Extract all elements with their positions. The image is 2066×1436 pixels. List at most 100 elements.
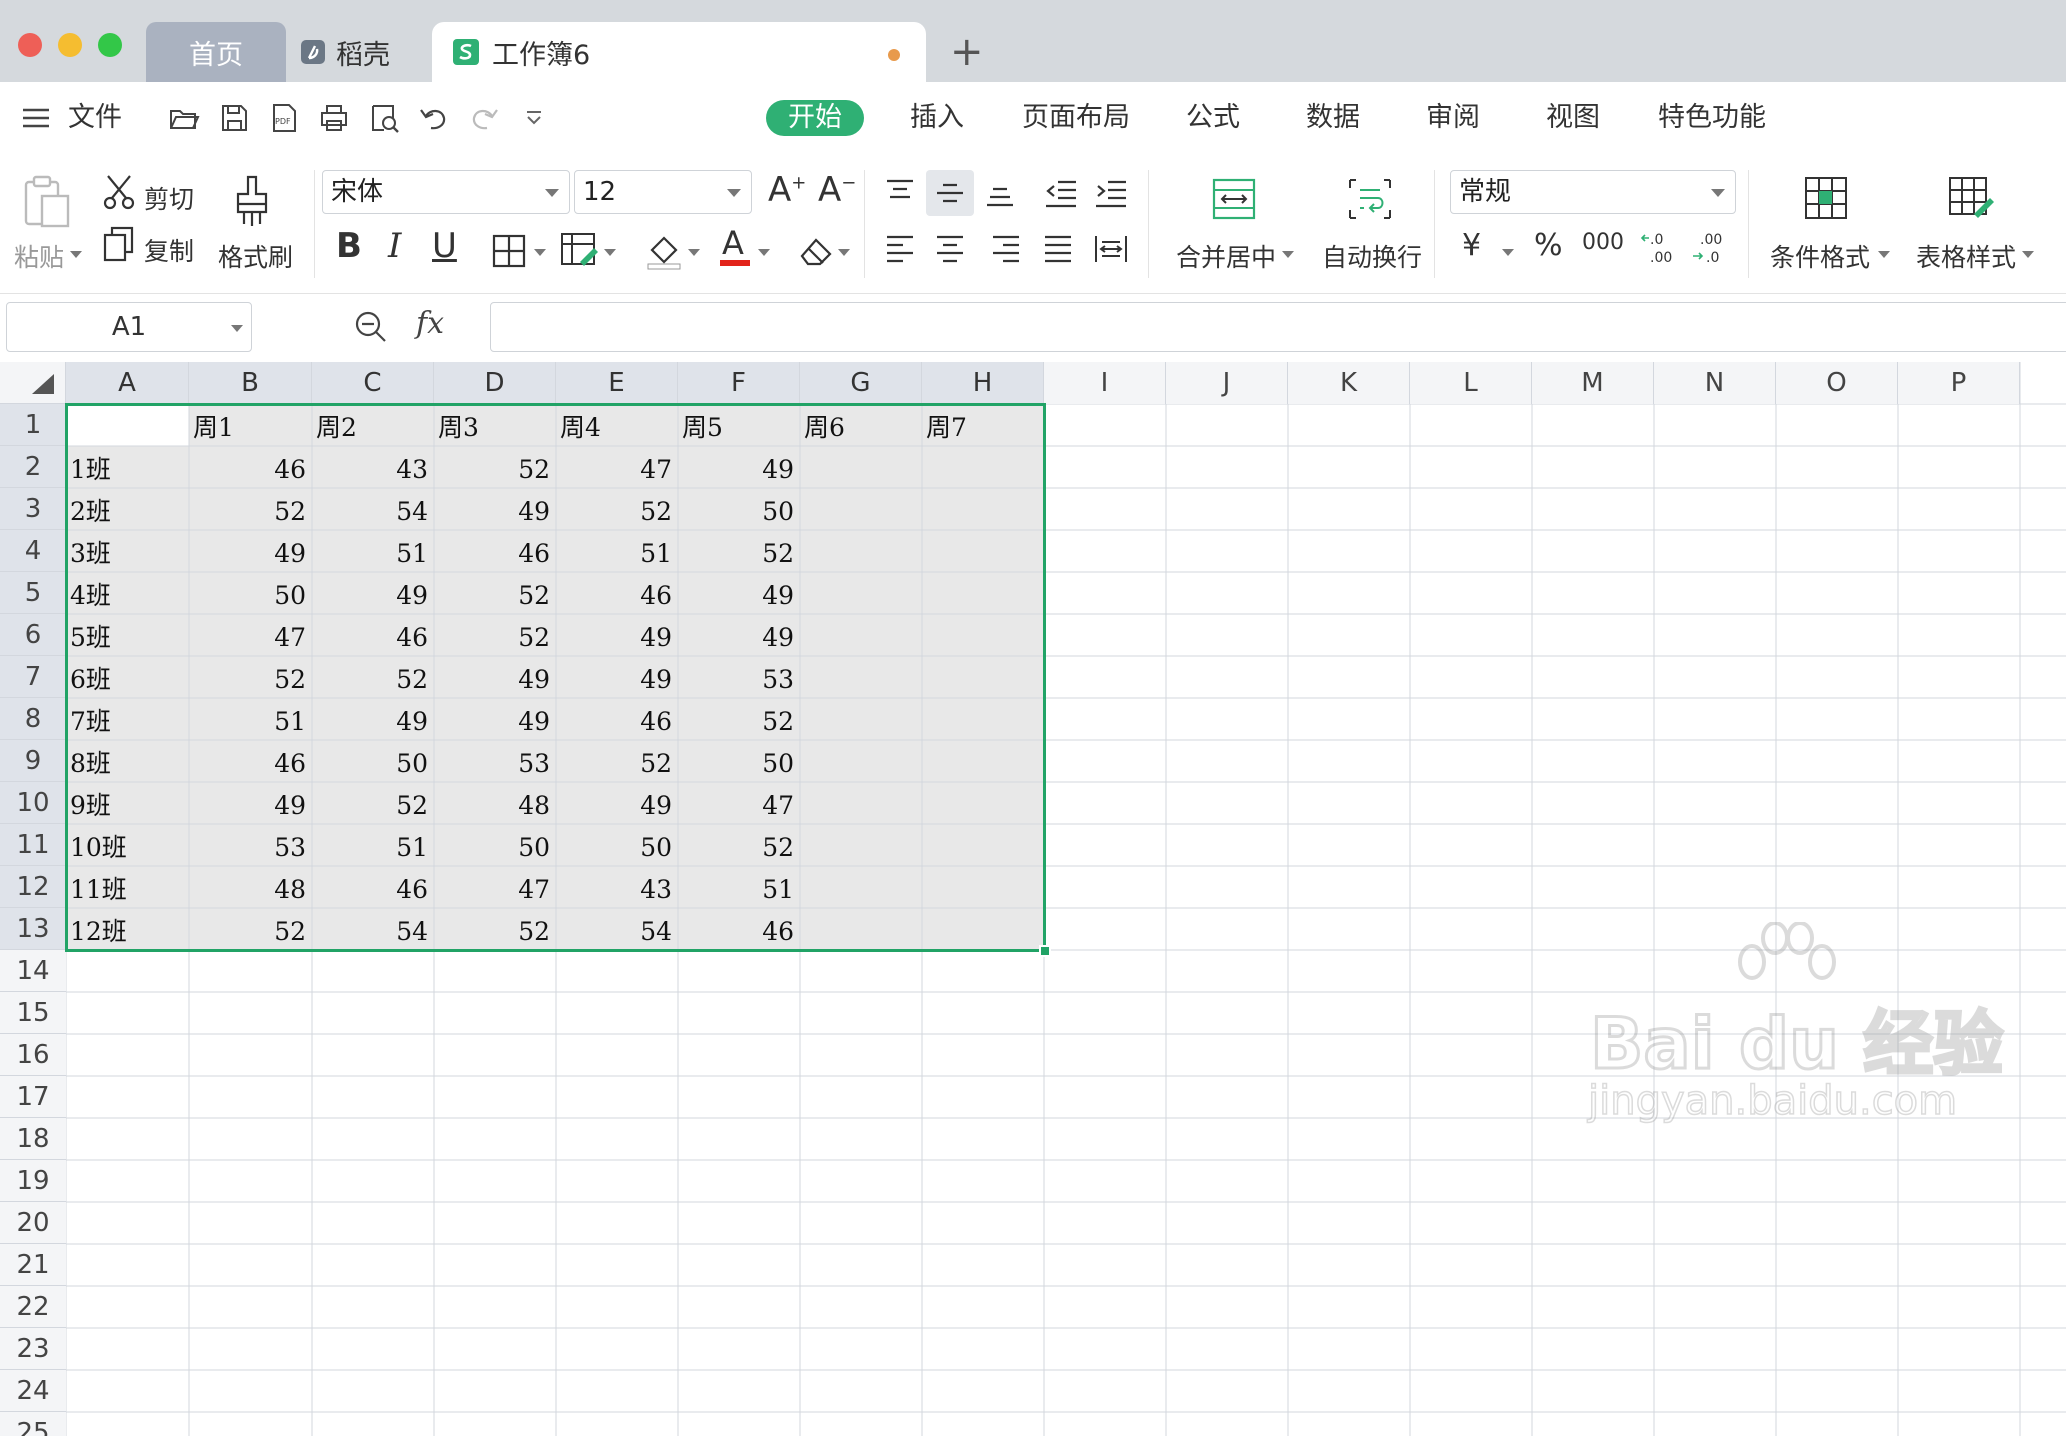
cell-style-icon[interactable] (560, 232, 600, 270)
font-color-dropdown-icon[interactable] (758, 249, 770, 256)
font-name-select[interactable]: 宋体 (322, 170, 570, 214)
tab-workbook[interactable]: 工作簿6 (432, 22, 926, 82)
row-header[interactable]: 23 (0, 1328, 66, 1370)
save-icon[interactable] (218, 102, 250, 134)
borders-dropdown-icon[interactable] (534, 249, 546, 256)
borders-icon[interactable] (492, 234, 526, 268)
clear-format-dropdown-icon[interactable] (838, 249, 850, 256)
align-bottom-icon[interactable] (984, 178, 1016, 208)
align-middle-button[interactable] (926, 170, 974, 216)
column-header-b[interactable]: B (189, 362, 312, 404)
font-color-icon[interactable]: A (722, 224, 744, 262)
align-top-icon[interactable] (884, 178, 916, 208)
column-header-a[interactable]: A (66, 362, 189, 404)
fill-color-dropdown-icon[interactable] (688, 249, 700, 256)
conditional-format-dropdown-icon[interactable] (1878, 251, 1890, 258)
menu-home[interactable]: 开始 (766, 100, 864, 136)
row-header[interactable]: 4 (0, 530, 66, 572)
increase-decimal-icon[interactable]: .0 .00 (1640, 230, 1680, 266)
column-header-h[interactable]: H (922, 362, 1044, 404)
row-header[interactable]: 15 (0, 992, 66, 1034)
italic-button[interactable]: I (388, 226, 401, 266)
bold-button[interactable]: B (336, 226, 362, 266)
menu-page-layout[interactable]: 页面布局 (1022, 100, 1130, 136)
row-header[interactable]: 17 (0, 1076, 66, 1118)
spreadsheet-grid[interactable]: ABCDEFGHIJKLMNOP 1 2 3 4 5 6 7 8 9 10 11 12 13 14 15 16… (0, 362, 2066, 1436)
decrease-decimal-icon[interactable]: .00 .0 (1690, 230, 1730, 266)
select-all-button[interactable] (0, 362, 66, 404)
row-header[interactable]: 25 (0, 1412, 66, 1436)
row-header[interactable]: 24 (0, 1370, 66, 1412)
clear-format-icon[interactable] (798, 234, 834, 268)
hamburger-menu-icon[interactable] (20, 102, 52, 134)
menu-special-features[interactable]: 特色功能 (1658, 100, 1766, 136)
column-header-m[interactable]: M (1532, 362, 1654, 404)
column-header-p[interactable]: P (1898, 362, 2020, 404)
menu-insert[interactable]: 插入 (910, 100, 964, 136)
percent-format-button[interactable]: % (1534, 228, 1563, 263)
undo-icon[interactable] (418, 102, 450, 134)
decrease-font-size-icon[interactable]: A− (818, 170, 856, 210)
row-header[interactable]: 11 (0, 824, 66, 866)
row-header[interactable]: 5 (0, 572, 66, 614)
row-header[interactable]: 14 (0, 950, 66, 992)
column-header-d[interactable]: D (434, 362, 556, 404)
row-header[interactable]: 2 (0, 446, 66, 488)
row-header[interactable]: 8 (0, 698, 66, 740)
thousands-separator-button[interactable]: 000 (1582, 230, 1624, 255)
cell-style-dropdown-icon[interactable] (604, 249, 616, 256)
align-center-icon[interactable] (934, 234, 966, 264)
tab-home[interactable]: 首页 (146, 22, 286, 82)
zoom-formula-icon[interactable] (354, 310, 388, 344)
currency-format-button[interactable]: ¥ (1462, 228, 1481, 263)
open-folder-icon[interactable] (168, 102, 200, 134)
row-header[interactable]: 1 (0, 404, 66, 446)
font-size-select[interactable]: 12 (574, 170, 752, 214)
row-header[interactable]: 19 (0, 1160, 66, 1202)
formula-input[interactable] (490, 302, 2066, 352)
redo-icon[interactable] (468, 102, 500, 134)
column-header-o[interactable]: O (1776, 362, 1898, 404)
name-box[interactable]: A1 (6, 302, 252, 352)
row-header[interactable]: 9 (0, 740, 66, 782)
row-header[interactable]: 10 (0, 782, 66, 824)
increase-indent-icon[interactable] (1094, 178, 1128, 208)
increase-font-size-icon[interactable]: A+ (768, 170, 806, 210)
menu-view[interactable]: 视图 (1546, 100, 1600, 136)
align-right-icon[interactable] (990, 234, 1022, 264)
row-header[interactable]: 13 (0, 908, 66, 950)
column-header-g[interactable]: G (800, 362, 922, 404)
insert-function-button[interactable]: fx (416, 306, 444, 341)
column-header-k[interactable]: K (1288, 362, 1410, 404)
export-pdf-icon[interactable]: PDF (268, 102, 300, 134)
new-tab-button[interactable]: + (950, 30, 984, 74)
menu-review[interactable]: 审阅 (1426, 100, 1480, 136)
align-left-icon[interactable] (884, 234, 916, 264)
minimize-window-button[interactable] (58, 33, 82, 57)
column-header-c[interactable]: C (312, 362, 434, 404)
underline-button[interactable]: U (432, 226, 457, 266)
row-header[interactable]: 21 (0, 1244, 66, 1286)
menu-formulas[interactable]: 公式 (1186, 100, 1240, 136)
decrease-indent-icon[interactable] (1044, 178, 1078, 208)
zoom-window-button[interactable] (98, 33, 122, 57)
customize-toolbar-icon[interactable] (518, 102, 550, 134)
table-style-dropdown-icon[interactable] (2022, 251, 2034, 258)
row-header[interactable]: 12 (0, 866, 66, 908)
row-header[interactable]: 20 (0, 1202, 66, 1244)
column-header-l[interactable]: L (1410, 362, 1532, 404)
fill-handle[interactable] (1039, 945, 1051, 957)
paste-dropdown-icon[interactable] (70, 251, 82, 258)
currency-dropdown-icon[interactable] (1502, 249, 1514, 256)
distributed-align-icon[interactable] (1094, 234, 1128, 264)
column-header-f[interactable]: F (678, 362, 800, 404)
column-header-n[interactable]: N (1654, 362, 1776, 404)
fill-color-icon[interactable] (644, 232, 684, 270)
menu-data[interactable]: 数据 (1306, 100, 1360, 136)
row-header[interactable]: 7 (0, 656, 66, 698)
tab-daoke[interactable]: 稻壳 (300, 22, 420, 82)
row-header[interactable]: 3 (0, 488, 66, 530)
menu-file[interactable]: 文件 (68, 100, 122, 136)
column-header-e[interactable]: E (556, 362, 678, 404)
number-format-select[interactable]: 常规 (1450, 170, 1736, 214)
